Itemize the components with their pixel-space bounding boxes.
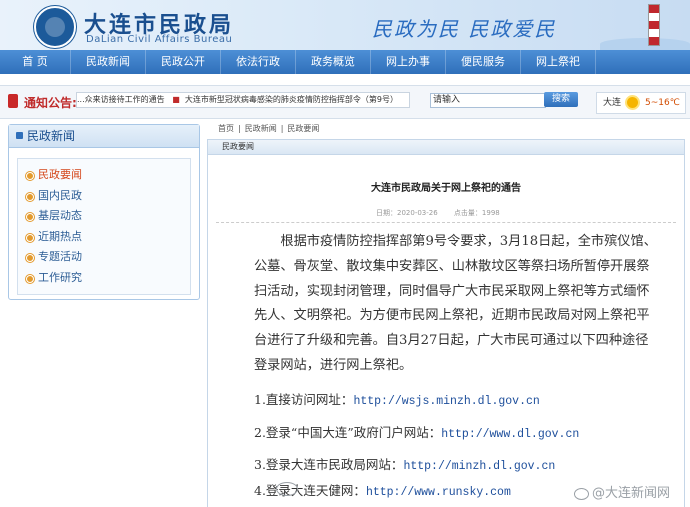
breadcrumb-current[interactable]: 民政要闻	[287, 124, 319, 133]
article-title: 大连市民政局关于网上祭祀的通告	[371, 183, 521, 194]
wave-decoration	[600, 38, 690, 50]
bullet-icon: ■	[167, 95, 183, 104]
watermark-text: @大连新闻网	[592, 486, 671, 501]
weibo-watermark-icon	[276, 482, 298, 496]
sidebar-item-hot-topics[interactable]: 近期热点	[18, 227, 190, 248]
list-item-link[interactable]: http://wsjs.minzh.dl.gov.cn	[353, 395, 539, 408]
main-nav: 首 页 民政新闻 民政公开 依法行政 政务概览 网上办事 便民服务 网上祭祀	[0, 50, 690, 74]
date-label: 日期：	[376, 209, 397, 217]
list-item: 1.直接访问网址：http://wsjs.minzh.dl.gov.cn	[254, 389, 540, 408]
notice-bar: 通知公告: ...众来访接待工作的通告 ■ 大连市新型冠状病毒感染的肺炎疫情防控…	[0, 85, 690, 119]
breadcrumb-news[interactable]: 民政新闻	[245, 124, 277, 133]
site-subtitle: DaLian Civil Affairs Bureau	[86, 34, 233, 45]
sidebar: 民政新闻 民政要闻 国内民政 基层动态 近期热点 专题活动 工作研究	[8, 124, 200, 300]
sidebar-item-special-events[interactable]: 专题活动	[18, 247, 190, 268]
notice-item[interactable]: 大连市新型冠状病毒感染的肺炎疫情防控指挥部令（第9号）	[185, 95, 398, 104]
nav-online-memorial[interactable]: 网上祭祀	[521, 50, 596, 74]
breadcrumb-separator: |	[238, 124, 241, 133]
article-meta: 日期：2020-03-26 点击量：1998	[376, 208, 500, 218]
sidebar-item-domestic[interactable]: 国内民政	[18, 186, 190, 207]
notice-marquee: ...众来访接待工作的通告 ■ 大连市新型冠状病毒感染的肺炎疫情防控指挥部令（第…	[76, 92, 410, 108]
nav-convenience[interactable]: 便民服务	[446, 50, 521, 74]
list-item: 3.登录大连市民政局网站：http://minzh.dl.gov.cn	[254, 454, 555, 473]
site-banner: 大连市民政局 DaLian Civil Affairs Bureau 民政为民 …	[0, 0, 690, 50]
weather-widget: 大连 5~16℃	[596, 92, 686, 114]
sidebar-item-headline-news[interactable]: 民政要闻	[18, 165, 190, 186]
nav-disclosure[interactable]: 民政公开	[146, 50, 221, 74]
meta-divider	[216, 222, 676, 223]
list-item-link[interactable]: http://www.runsky.com	[366, 486, 511, 499]
list-item-text: 4.登录大连天健网：	[254, 483, 366, 498]
list-item-text: 2.登录“中国大连”政府门户网站：	[254, 425, 442, 440]
lighthouse-icon	[648, 4, 660, 46]
notice-item[interactable]: ...众来访接待工作的通告	[77, 95, 165, 104]
nav-overview[interactable]: 政务概览	[296, 50, 371, 74]
weather-city: 大连	[603, 98, 622, 108]
list-item-link[interactable]: http://minzh.dl.gov.cn	[403, 460, 555, 473]
sidebar-item-research[interactable]: 工作研究	[18, 268, 190, 289]
nav-home[interactable]: 首 页	[0, 50, 71, 74]
civil-affairs-emblem-icon	[34, 6, 76, 48]
notice-label: 通知公告:	[24, 96, 77, 110]
notice-flag-icon	[8, 94, 18, 108]
site-slogan: 民政为民 民政爱民	[372, 17, 557, 41]
weibo-icon	[574, 487, 589, 500]
click-count: 1998	[481, 209, 500, 217]
section-header: 民政要闻	[208, 140, 684, 155]
sidebar-item-grassroots[interactable]: 基层动态	[18, 206, 190, 227]
list-item-text: 3.登录大连市民政局网站：	[254, 457, 404, 472]
nav-news[interactable]: 民政新闻	[71, 50, 146, 74]
nav-online-service[interactable]: 网上办事	[371, 50, 446, 74]
sun-icon	[627, 97, 638, 108]
search-input[interactable]: 请输入	[430, 93, 546, 108]
breadcrumb-separator: |	[280, 124, 284, 133]
watermark: @大连新闻网	[574, 482, 670, 501]
breadcrumb-home[interactable]: 首页	[218, 124, 234, 133]
article-panel: 民政要闻 大连市民政局关于网上祭祀的通告 日期：2020-03-26 点击量：1…	[207, 139, 685, 507]
article-body: 根据市疫情防控指挥部第9号令要求，3月18日起，全市殡仪馆、公墓、骨灰堂、散坟集…	[254, 234, 657, 373]
weather-temp: 5~16℃	[645, 98, 680, 108]
list-item-text: 1.直接访问网址：	[254, 392, 354, 407]
sidebar-menu: 民政要闻 国内民政 基层动态 近期热点 专题活动 工作研究	[17, 158, 191, 295]
search-button[interactable]: 搜索	[544, 92, 578, 107]
list-item-link[interactable]: http://www.dl.gov.cn	[441, 428, 579, 441]
breadcrumb: 首页 | 民政新闻 | 民政要闻	[218, 123, 319, 134]
clicks-label: 点击量：	[453, 209, 482, 217]
list-item: 2.登录“中国大连”政府门户网站：http://www.dl.gov.cn	[254, 422, 579, 441]
article-date: 2020-03-26	[397, 209, 438, 217]
nav-administration[interactable]: 依法行政	[221, 50, 296, 74]
sidebar-title: 民政新闻	[9, 125, 199, 148]
